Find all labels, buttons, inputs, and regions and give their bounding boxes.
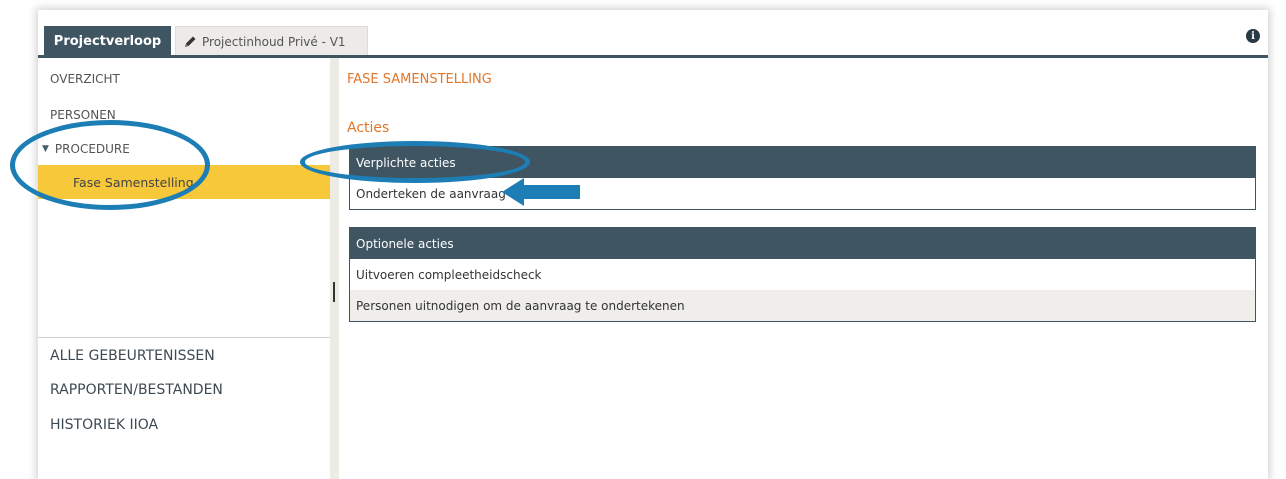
action-compleetheidscheck[interactable]: Uitvoeren compleetheidscheck [350,259,1255,290]
panel-header-optioneel-label: Optionele acties [356,236,454,251]
section-title-acties: Acties [347,120,390,136]
sidebar-item-rapporten-bestanden[interactable]: RAPPORTEN/BESTANDEN [50,382,223,398]
panel-header-verplicht: Verplichte acties [350,147,1255,178]
app-window: Projectverloop Projectinhoud Privé - V1 … [38,10,1268,479]
pane-splitter[interactable] [330,58,339,479]
sidebar-item-alle-gebeurtenissen[interactable]: ALLE GEBEURTENISSEN [50,348,215,364]
info-glyph: i [1251,30,1255,42]
pencil-icon [184,35,197,48]
sidebar-divider [38,337,330,338]
sidebar-item-personen[interactable]: PERSONEN [50,108,116,122]
action-label: Onderteken de aanvraag [356,186,506,201]
tab-projectverloop-label: Projectverloop [53,33,162,49]
sidebar-item-procedure[interactable]: ▼ PROCEDURE [42,142,130,156]
main-content: FASE SAMENSTELLING Acties Verplichte act… [339,58,1268,479]
sidebar-item-fase-samenstelling[interactable]: Fase Samenstelling [38,165,330,199]
sidebar-item-historiek-iioa[interactable]: HISTORIEK IIOA [50,417,158,433]
sidebar: OVERZICHT PERSONEN ▼ PROCEDURE Fase Same… [38,58,330,479]
action-onderteken-aanvraag[interactable]: Onderteken de aanvraag [350,178,1255,209]
annotation-arrow-icon [502,178,580,206]
panel-optionele-acties: Optionele acties Uitvoeren compleetheids… [349,227,1256,322]
panel-verplichte-acties: Verplichte acties Onderteken de aanvraag [349,146,1256,210]
caret-down-icon: ▼ [42,144,49,154]
info-icon[interactable]: i [1246,29,1260,43]
tab-projectinhoud-label: Projectinhoud Privé - V1 [202,34,346,49]
sidebar-item-fase-label: Fase Samenstelling [73,174,194,190]
splitter-grip-icon[interactable] [333,282,335,302]
tab-projectverloop[interactable]: Projectverloop [44,26,171,56]
sidebar-item-procedure-label: PROCEDURE [54,142,130,156]
tab-bar: Projectverloop Projectinhoud Privé - V1 … [38,10,1268,58]
panel-header-optioneel: Optionele acties [350,228,1255,259]
sidebar-item-overzicht[interactable]: OVERZICHT [50,72,120,86]
panel-header-verplicht-label: Verplichte acties [356,155,456,170]
action-label: Uitvoeren compleetheidscheck [356,267,542,282]
action-personen-uitnodigen[interactable]: Personen uitnodigen om de aanvraag te on… [350,290,1255,321]
tab-projectinhoud[interactable]: Projectinhoud Privé - V1 [175,26,368,56]
action-label: Personen uitnodigen om de aanvraag te on… [356,298,685,313]
page-title: FASE SAMENSTELLING [347,72,492,87]
